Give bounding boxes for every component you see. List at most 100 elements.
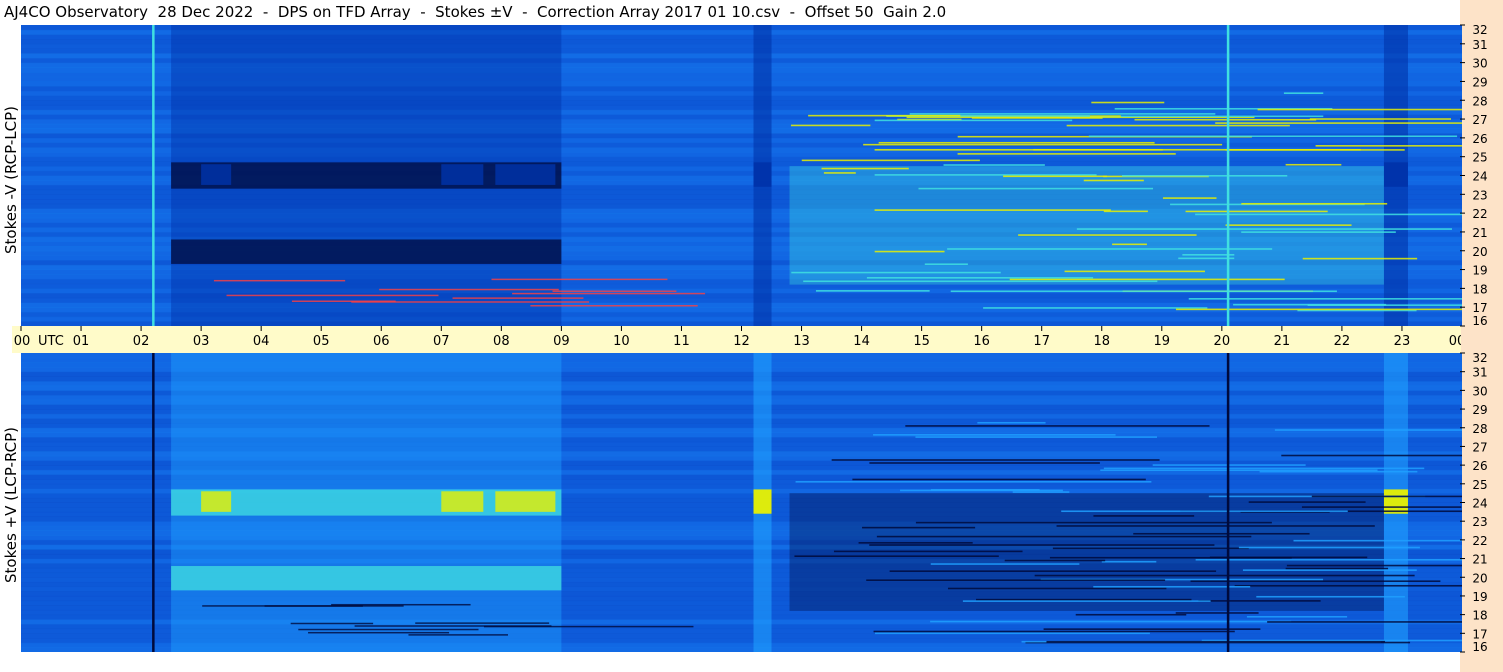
- interference-line: [1175, 612, 1259, 614]
- time-tick-label: 07: [433, 334, 450, 349]
- interference-line: [1188, 298, 1462, 300]
- time-tick-label: 18: [1093, 334, 1110, 349]
- interference-line: [226, 294, 439, 297]
- interference-line: [1088, 135, 1458, 138]
- interference-line: [379, 288, 559, 291]
- interference-line: [808, 114, 961, 117]
- interference-line: [869, 462, 1100, 464]
- freq-tick-label: 30: [1472, 57, 1487, 71]
- interference-line: [976, 598, 1192, 601]
- interference-line: [298, 628, 479, 631]
- time-tick-label: 00: [14, 334, 31, 349]
- freq-tick-label: 26: [1472, 132, 1487, 146]
- freq-tick-label: 17: [1472, 627, 1487, 641]
- freq-tick-label: 27: [1472, 440, 1487, 454]
- interference-line: [1178, 257, 1235, 260]
- interference-line: [1064, 270, 1205, 273]
- freq-tick-label: 21: [1472, 226, 1487, 240]
- freq-tick-label: 27: [1472, 113, 1487, 127]
- freq-tick-label: 23: [1472, 515, 1487, 529]
- interference-line: [1046, 640, 1386, 643]
- interference-line: [1012, 491, 1070, 493]
- interference-line: [878, 141, 1155, 144]
- interference-line: [858, 542, 973, 544]
- interference-line: [1093, 515, 1195, 517]
- freq-tick-label: 29: [1472, 403, 1487, 417]
- interference-line: [957, 153, 1176, 155]
- heatmap-bottom: [21, 353, 1462, 652]
- interference-line: [795, 481, 1152, 483]
- time-tick-label: 16: [973, 334, 990, 349]
- interference-line: [1018, 234, 1197, 236]
- interference-line: [983, 307, 1208, 309]
- interference-line: [874, 250, 945, 253]
- vertical-marker-line: [1226, 25, 1230, 326]
- interference-line: [876, 535, 1252, 538]
- freq-tick-label: 19: [1472, 590, 1487, 604]
- time-tick-label: 04: [253, 334, 270, 349]
- interference-line: [1075, 613, 1187, 616]
- interference-line: [977, 421, 1046, 424]
- interference-line: [1009, 278, 1285, 281]
- interference-line: [821, 167, 909, 170]
- interference-line: [889, 570, 1217, 572]
- burst-core: [753, 489, 772, 514]
- interference-line: [950, 290, 1337, 293]
- freq-tick-label: 31: [1472, 38, 1487, 52]
- freq-tick-label: 25: [1472, 478, 1487, 492]
- emission-patch: [201, 164, 232, 185]
- time-tick-label: 23: [1394, 334, 1411, 349]
- interference-line: [351, 301, 590, 303]
- interference-line: [1309, 118, 1452, 120]
- interference-line: [491, 278, 668, 281]
- interference-line: [1301, 506, 1462, 508]
- interference-line: [874, 632, 1150, 635]
- interference-line: [1241, 231, 1396, 233]
- interference-line: [1004, 559, 1106, 562]
- time-tick-label: 06: [373, 334, 390, 349]
- interference-line: [512, 292, 706, 295]
- interference-line: [794, 555, 999, 557]
- time-tick-label: 13: [793, 334, 810, 349]
- freq-tick-label: 20: [1472, 571, 1487, 585]
- interference-line: [791, 271, 1001, 274]
- interference-line: [1076, 228, 1452, 230]
- interference-line: [1241, 202, 1388, 205]
- interference-line: [900, 489, 1063, 492]
- emission-patch: [441, 164, 484, 185]
- interference-line: [1195, 558, 1462, 561]
- interference-line: [1209, 556, 1368, 559]
- interference-line: [1034, 574, 1415, 577]
- interference-line: [415, 622, 550, 624]
- time-axis-bar: 00 01 02 03 04 05 06 07 08 09 10 11 12 13 14 15 16 17 18 19…: [12, 326, 1493, 353]
- interference-line: [1162, 197, 1217, 199]
- interference-line: [862, 526, 976, 529]
- interference-line: [833, 550, 1023, 553]
- interference-line: [1134, 118, 1317, 121]
- time-tick-label: 03: [193, 334, 210, 349]
- interference-line: [909, 113, 1216, 115]
- interference-line: [790, 124, 871, 127]
- vertical-marker-line: [1226, 353, 1230, 652]
- freq-tick-label: 19: [1472, 264, 1487, 278]
- time-tick-label: 22: [1334, 334, 1351, 349]
- interference-line: [1093, 585, 1251, 588]
- interference-line: [1100, 469, 1378, 472]
- interference-line: [1274, 429, 1462, 431]
- chart-title: AJ4CO Observatory 28 Dec 2022 - DPS on T…: [4, 3, 947, 21]
- interference-line: [1248, 501, 1366, 503]
- interference-line: [873, 434, 1116, 436]
- time-unit-label: UTC: [38, 334, 64, 349]
- time-tick-label: 01: [73, 334, 90, 349]
- time-tick-label: 12: [733, 334, 750, 349]
- time-tick-label: 10: [613, 334, 630, 349]
- time-tick-label: 17: [1033, 334, 1050, 349]
- freq-tick-label: 31: [1472, 366, 1487, 380]
- interference-line: [863, 143, 1223, 146]
- interference-line: [905, 425, 1210, 427]
- interference-line: [918, 187, 1154, 190]
- time-tick-label: 09: [553, 334, 570, 349]
- interference-line: [1257, 108, 1462, 111]
- interference-line: [1225, 224, 1352, 226]
- burst-core: [753, 162, 772, 187]
